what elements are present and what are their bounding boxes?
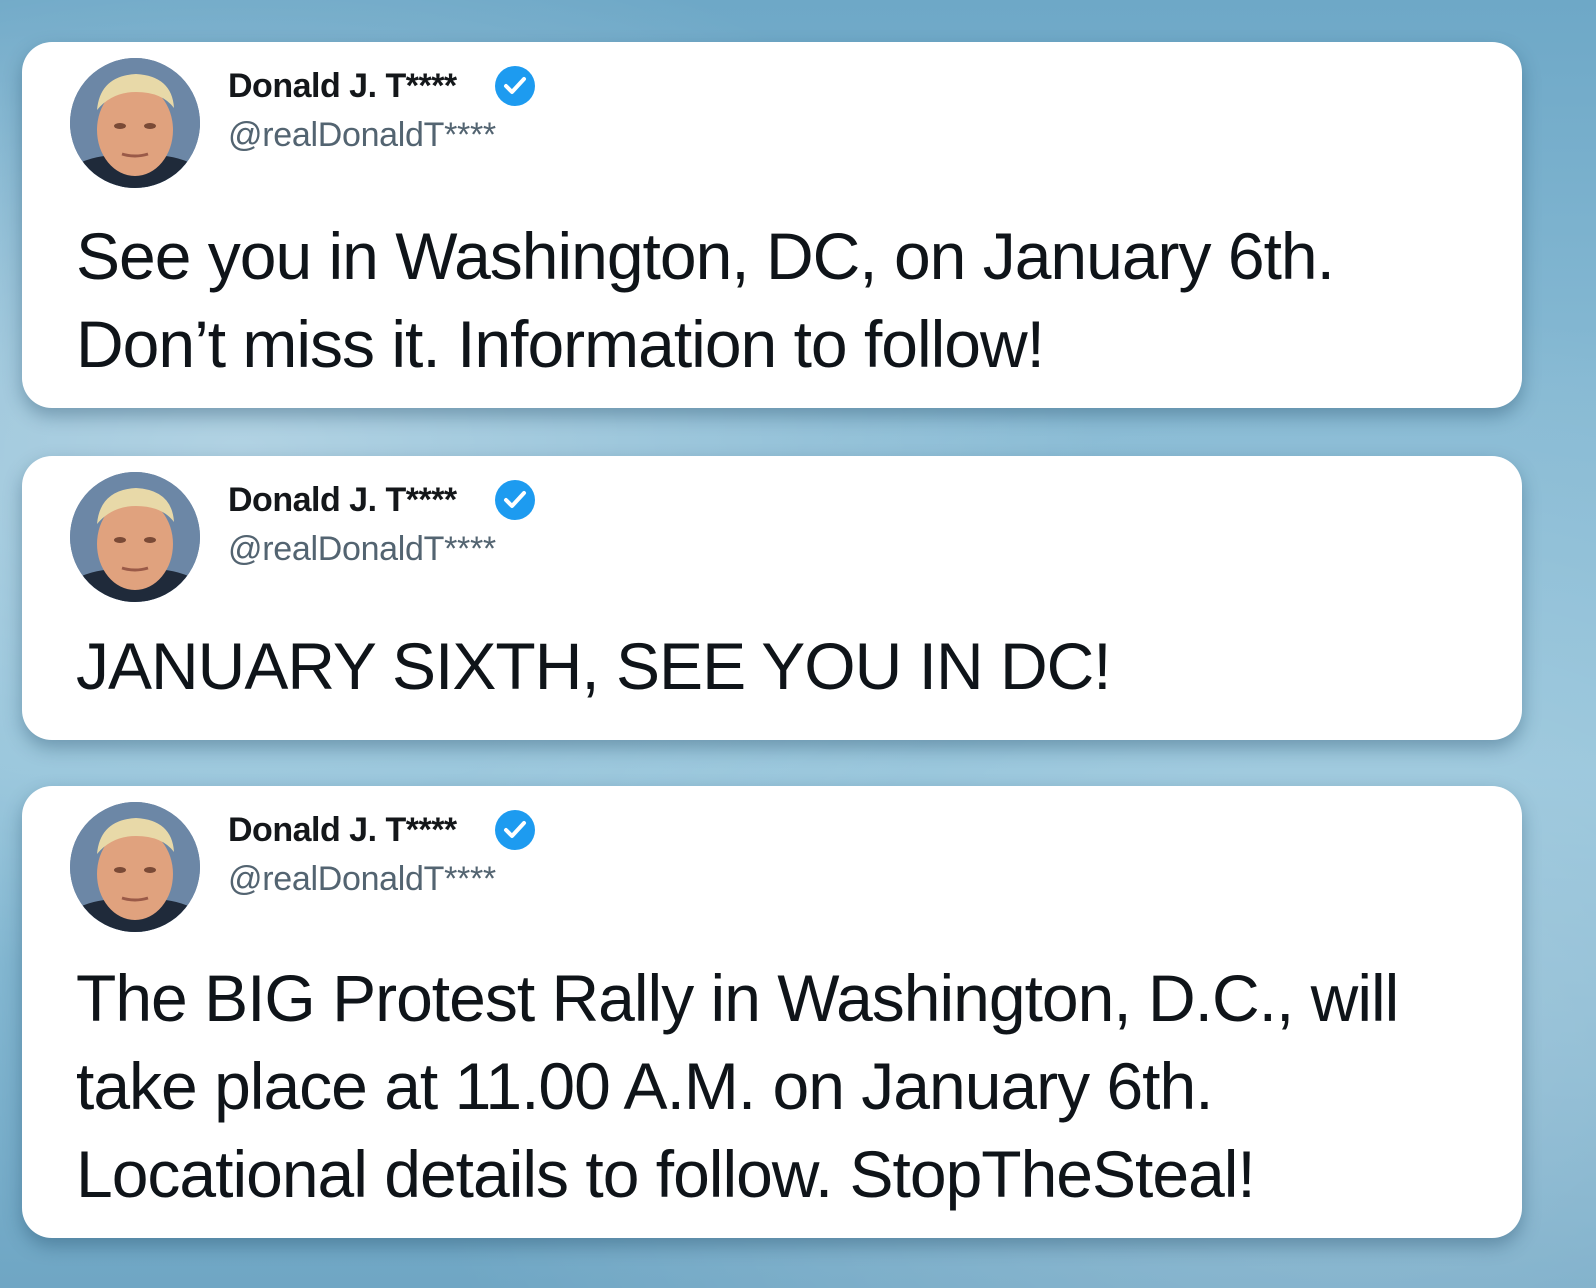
author-row: Donald J. T**** [228,810,539,850]
author-handle[interactable]: @realDonaldT**** [228,530,496,569]
verified-badge-icon [491,476,539,524]
tweet-text: See you in Washington, DC, on January 6t… [76,219,1335,381]
display-name[interactable]: Donald J. T**** [228,67,457,106]
author-handle[interactable]: @realDonaldT**** [228,860,496,899]
verified-badge-icon [491,806,539,854]
author-handle[interactable]: @realDonaldT**** [228,116,496,155]
author-row: Donald J. T**** [228,480,539,520]
tweet-card[interactable]: Donald J. T**** @realDonaldT**** JANUARY… [22,456,1522,740]
author-row: Donald J. T**** [228,66,539,106]
avatar[interactable] [70,802,200,932]
display-name[interactable]: Donald J. T**** [228,811,457,850]
tweet-text: The BIG Protest Rally in Washington, D.C… [76,961,1399,1211]
verified-badge-icon [491,62,539,110]
tweet-card[interactable]: Donald J. T**** @realDonaldT**** See you… [22,42,1522,408]
avatar[interactable] [70,58,200,188]
tweet-text: JANUARY SIXTH, SEE YOU IN DC! [76,629,1112,703]
display-name[interactable]: Donald J. T**** [228,481,457,520]
avatar[interactable] [70,472,200,602]
tweet-card[interactable]: Donald J. T**** @realDonaldT**** The BIG… [22,786,1522,1238]
